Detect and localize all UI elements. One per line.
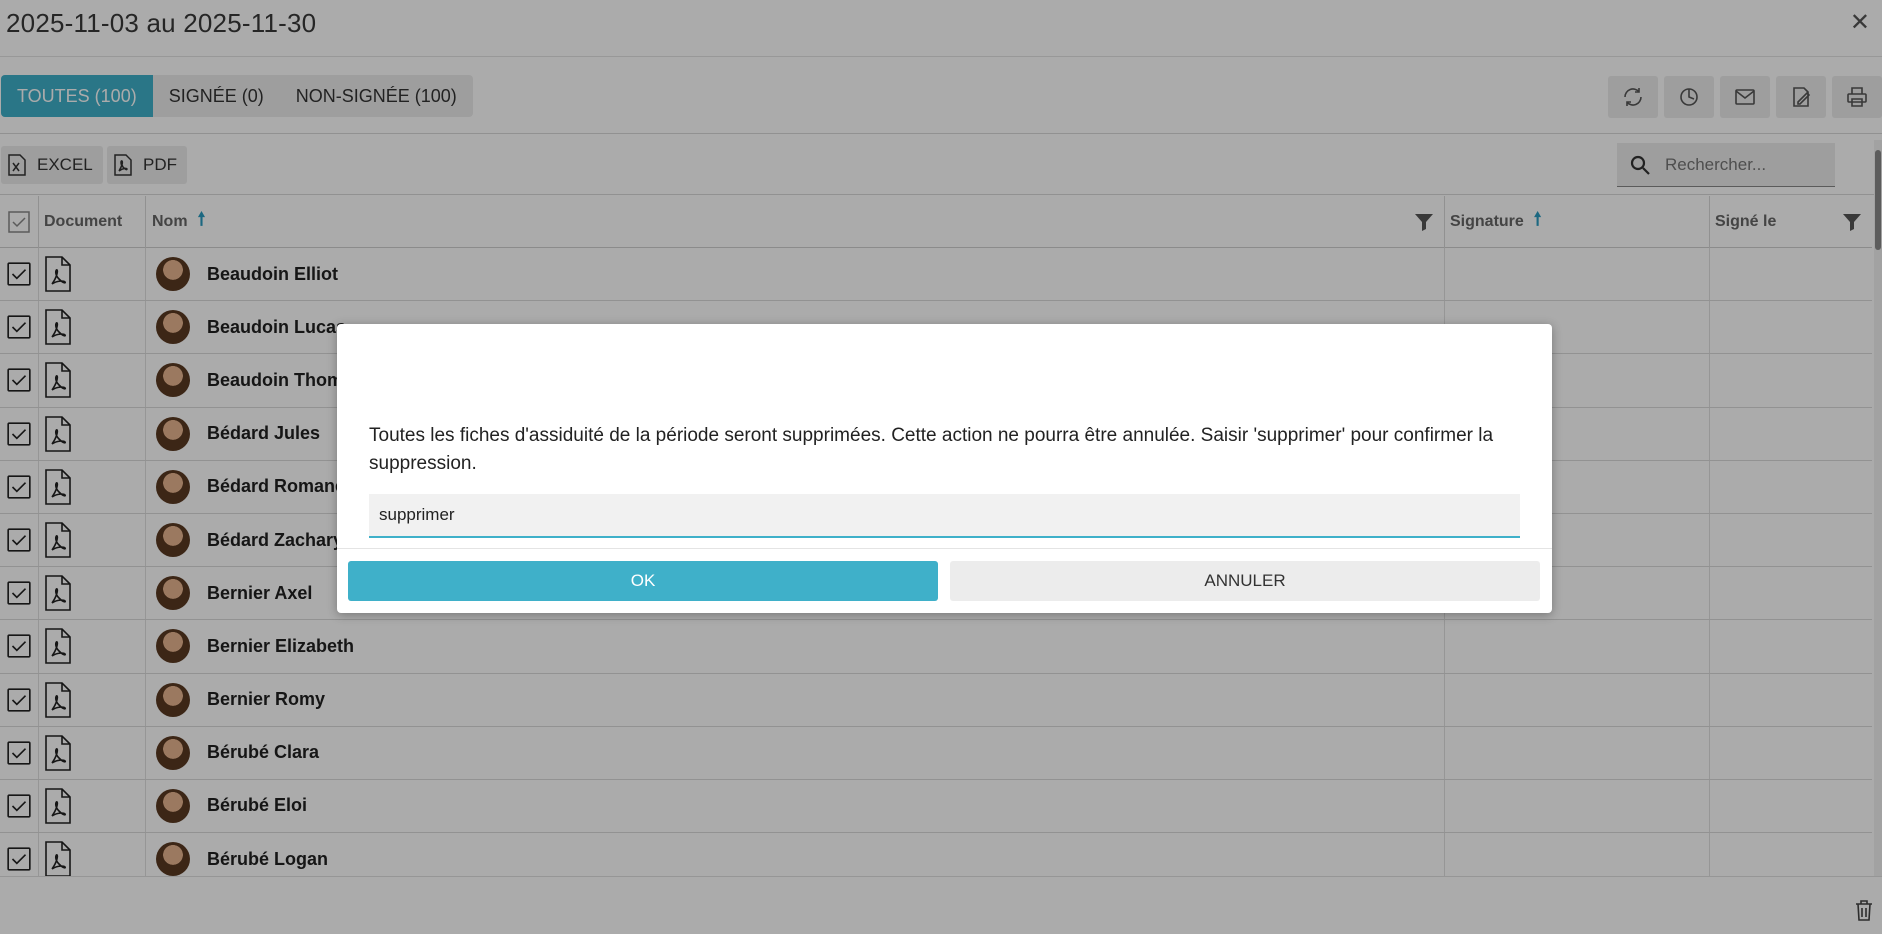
cancel-button[interactable]: ANNULER bbox=[950, 561, 1540, 601]
confirm-dialog: Toutes les fiches d'assiduité de la péri… bbox=[337, 324, 1552, 613]
confirm-field bbox=[369, 494, 1520, 538]
dialog-divider bbox=[337, 548, 1552, 549]
ok-button[interactable]: OK bbox=[348, 561, 938, 601]
dialog-message: Toutes les fiches d'assiduité de la péri… bbox=[369, 425, 1494, 474]
confirm-input[interactable] bbox=[369, 494, 1520, 536]
